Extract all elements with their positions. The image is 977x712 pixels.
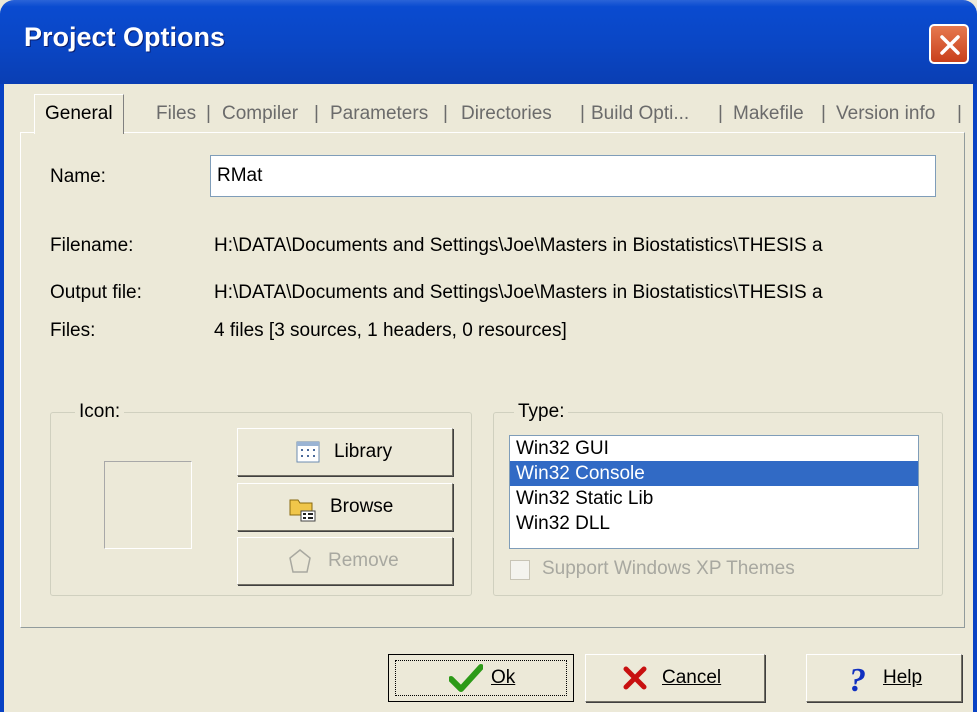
help-question-icon: ? <box>847 661 873 701</box>
window-frame-left <box>0 84 4 712</box>
project-options-dialog: Project Options General Files | Compiler… <box>0 0 977 712</box>
tab-separator: | <box>580 103 585 124</box>
xp-themes-label: Support Windows XP Themes <box>542 558 795 579</box>
filename-label: Filename: <box>50 235 134 256</box>
tab-separator: | <box>957 103 962 124</box>
close-icon <box>940 35 960 55</box>
remove-label: Remove <box>328 550 399 571</box>
remove-button: Remove <box>237 537 453 585</box>
tab-strip: General Files | Compiler | Parameters | … <box>20 94 964 134</box>
type-group-legend: Type: <box>514 401 569 423</box>
output-file-label: Output file: <box>50 282 142 303</box>
output-file-value: H:\DATA\Documents and Settings\Joe\Maste… <box>214 282 823 303</box>
svg-text:?: ? <box>849 662 866 695</box>
tab-separator: | <box>718 103 723 124</box>
window-frame-right <box>973 84 977 712</box>
project-name-input[interactable] <box>210 155 936 197</box>
files-label: Files: <box>50 320 96 341</box>
tab-build-options[interactable]: Build Opti... <box>591 96 689 132</box>
tab-compiler[interactable]: Compiler <box>222 96 298 132</box>
tab-version-info[interactable]: Version info <box>836 96 935 132</box>
tab-separator: | <box>443 103 448 124</box>
ok-button[interactable]: Ok <box>388 654 574 702</box>
checkmark-icon <box>448 663 484 699</box>
tab-separator: | <box>821 103 826 124</box>
tab-directories[interactable]: Directories <box>461 96 552 132</box>
browse-label: Browse <box>330 496 394 517</box>
list-item-win32-static-lib[interactable]: Win32 Static Lib <box>510 486 918 511</box>
tab-separator: | <box>314 103 319 124</box>
tab-separator: | <box>206 103 211 124</box>
filename-value: H:\DATA\Documents and Settings\Joe\Maste… <box>214 235 823 256</box>
cancel-button[interactable]: Cancel <box>585 654 765 702</box>
tab-general[interactable]: General <box>34 94 124 134</box>
icon-group-legend: Icon: <box>75 401 125 423</box>
title-bar[interactable]: Project Options <box>0 0 977 84</box>
project-type-list[interactable]: Win32 GUI Win32 Console Win32 Static Lib… <box>509 435 919 549</box>
tab-files[interactable]: Files <box>156 96 196 132</box>
folder-icon <box>288 494 316 528</box>
icon-preview <box>104 461 192 549</box>
list-item-win32-gui[interactable]: Win32 GUI <box>510 436 918 461</box>
library-button[interactable]: Library <box>237 428 453 476</box>
files-summary: 4 files [3 sources, 1 headers, 0 resourc… <box>214 320 567 341</box>
browse-button[interactable]: Browse <box>237 483 453 531</box>
library-icon <box>296 441 320 469</box>
close-button[interactable] <box>929 24 969 64</box>
tab-makefile[interactable]: Makefile <box>733 96 804 132</box>
xp-themes-checkbox <box>510 560 530 580</box>
help-label: Help <box>883 667 923 688</box>
list-item-win32-console[interactable]: Win32 Console <box>510 461 918 486</box>
remove-icon <box>288 548 312 580</box>
window-title: Project Options <box>24 22 226 52</box>
cancel-x-icon <box>622 665 648 697</box>
name-label: Name: <box>50 166 106 187</box>
help-button[interactable]: ? Help <box>806 654 962 702</box>
tab-parameters[interactable]: Parameters <box>330 96 428 132</box>
library-label: Library <box>334 441 393 462</box>
list-item-win32-dll[interactable]: Win32 DLL <box>510 511 918 536</box>
ok-label: Ok <box>491 667 516 688</box>
cancel-label: Cancel <box>662 667 722 688</box>
